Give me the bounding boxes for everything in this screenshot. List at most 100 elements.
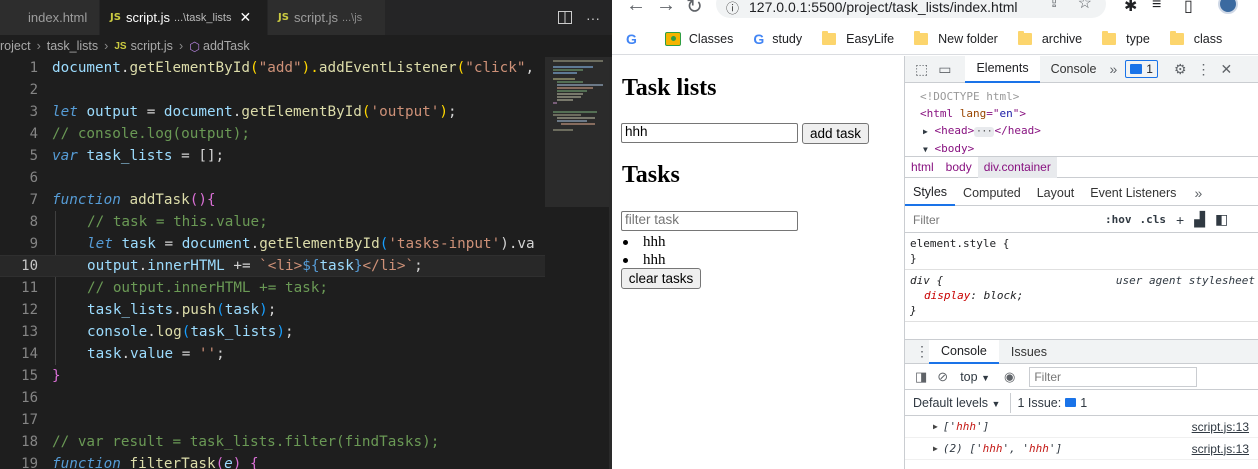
- device-toolbar-icon[interactable]: ▭: [938, 61, 951, 78]
- code-line[interactable]: 11 // output.innerHTML += task;: [0, 277, 545, 299]
- tab-elements[interactable]: Elements: [965, 55, 1040, 83]
- bookmark-type[interactable]: type: [1102, 30, 1150, 46]
- minimap-slider[interactable]: [545, 57, 612, 207]
- default-levels-select[interactable]: Default levels ▼: [913, 396, 1000, 410]
- log-source-link[interactable]: script.js:13: [1192, 420, 1249, 434]
- code-line[interactable]: 13 console.log(task_lists);: [0, 321, 545, 343]
- rule-element-style[interactable]: element.style { }: [905, 233, 1258, 270]
- breadcrumb-file[interactable]: script.js: [131, 39, 173, 53]
- bookmark-classes[interactable]: Classes: [664, 31, 733, 46]
- crumb-div-container[interactable]: div.container: [977, 156, 1057, 178]
- more-tabs-icon[interactable]: »: [1109, 61, 1117, 77]
- side-panel-icon[interactable]: ▯: [1184, 0, 1193, 16]
- styles-filter-input[interactable]: Filter: [911, 209, 1093, 230]
- hov-toggle[interactable]: :hov: [1105, 213, 1132, 226]
- rule-div[interactable]: div { user agent stylesheet display: blo…: [905, 270, 1258, 322]
- tab-layout[interactable]: Layout: [1029, 180, 1083, 206]
- bookmark-easylife[interactable]: EasyLife: [822, 30, 894, 46]
- paint-roller-icon[interactable]: ▟: [1194, 211, 1205, 228]
- code-editor[interactable]: 1 document.getElementById("add").addEven…: [0, 57, 612, 469]
- code-line[interactable]: 9 let task = document.getElementById('ta…: [0, 233, 545, 255]
- clear-console-icon[interactable]: ⊘: [937, 369, 948, 385]
- code-line[interactable]: 6: [0, 167, 545, 189]
- tasks-input[interactable]: hhh: [621, 123, 798, 143]
- bookmark-archive[interactable]: archive: [1017, 30, 1082, 46]
- code-line[interactable]: 17: [0, 409, 545, 431]
- expanded-triangle-icon[interactable]: ▼: [923, 145, 928, 154]
- sidebar-toggle-icon[interactable]: ◨: [915, 369, 927, 385]
- console-filter-input[interactable]: Filter: [1029, 366, 1198, 387]
- console-log-entry[interactable]: ▶ ['hhh'] script.js:13: [905, 416, 1258, 438]
- bookmark-class[interactable]: class: [1169, 30, 1222, 46]
- close-icon[interactable]: ✕: [239, 9, 251, 26]
- code-line[interactable]: 8 // task = this.value;: [0, 211, 545, 233]
- expand-triangle-icon[interactable]: ▶: [933, 422, 938, 431]
- tab-styles[interactable]: Styles: [905, 180, 956, 206]
- tab-script-js-task-lists[interactable]: JS script.js ...\task_lists ✕: [100, 0, 268, 35]
- dom-node-html[interactable]: <html lang="en">: [920, 105, 1258, 122]
- code-line[interactable]: 7 function addTask(){: [0, 189, 545, 211]
- more-actions-icon[interactable]: ···: [586, 10, 600, 26]
- code-line[interactable]: 12 task_lists.push(task);: [0, 299, 545, 321]
- code-line[interactable]: 3 let output = document.getElementById('…: [0, 101, 545, 123]
- log-source-link[interactable]: script.js:13: [1192, 442, 1249, 456]
- sidebar-toggle-icon[interactable]: ◧: [1215, 211, 1228, 228]
- code-line[interactable]: 1 document.getElementById("add").addEven…: [0, 57, 545, 79]
- cls-toggle[interactable]: .cls: [1140, 213, 1167, 226]
- collapsed-triangle-icon[interactable]: ▶: [923, 127, 928, 136]
- code-line[interactable]: 19 function filterTask(e) {: [0, 453, 545, 469]
- console-log-entry[interactable]: ▶ (2) ['hhh', 'hhh'] script.js:13: [905, 438, 1258, 460]
- add-task-button[interactable]: add task: [802, 123, 869, 144]
- reload-icon[interactable]: ↻: [686, 0, 703, 19]
- bookmark-google[interactable]: G: [626, 31, 645, 47]
- share-icon[interactable]: ⇪: [1048, 0, 1060, 11]
- close-icon[interactable]: ✕: [1221, 61, 1233, 78]
- code-line[interactable]: 18 // var result = task_lists.filter(fin…: [0, 431, 545, 453]
- tab-script-js-js[interactable]: JS script.js ...\js: [268, 0, 386, 35]
- breadcrumb-folder-task-lists[interactable]: task_lists: [47, 39, 98, 53]
- code-line-current[interactable]: 10 output.innerHTML += `<li>${task}</li>…: [0, 255, 545, 277]
- forward-arrow-icon[interactable]: →: [656, 0, 676, 17]
- live-expression-eye-icon[interactable]: ◉: [1004, 369, 1015, 385]
- inspect-element-icon[interactable]: ⬚: [915, 61, 928, 78]
- code-line[interactable]: 4 // console.log(output);: [0, 123, 545, 145]
- issues-badge[interactable]: 1: [1125, 60, 1158, 78]
- bookmark-star-icon[interactable]: ☆: [1078, 0, 1092, 13]
- tab-event-listeners[interactable]: Event Listeners: [1082, 180, 1184, 206]
- tab-index-html[interactable]: index.html: [0, 0, 100, 35]
- issues-chip[interactable]: 1 Issue: 1: [1010, 392, 1093, 413]
- settings-gear-icon[interactable]: ⚙: [1174, 61, 1187, 78]
- extensions-icon[interactable]: ✱: [1124, 0, 1137, 16]
- dom-node-head[interactable]: ▶ <head> ··· </head>: [923, 122, 1258, 140]
- code-line[interactable]: 14 task.value = '';: [0, 343, 545, 365]
- crumb-html[interactable]: html: [905, 157, 940, 178]
- context-select[interactable]: top ▼: [960, 370, 990, 384]
- expand-triangle-icon[interactable]: ▶: [933, 444, 938, 453]
- dom-tree[interactable]: <!DOCTYPE html> <html lang="en"> ▶ <head…: [905, 84, 1258, 156]
- add-rule-icon[interactable]: +: [1176, 212, 1184, 228]
- breadcrumb-folder-project[interactable]: roject: [0, 39, 31, 53]
- address-bar[interactable]: ⓘ 127.0.0.1:5500/project/task_lists/inde…: [716, 0, 1106, 18]
- bookmark-new-folder[interactable]: New folder: [914, 30, 998, 46]
- media-queue-icon[interactable]: ≡: [1152, 0, 1161, 14]
- kebab-menu-icon[interactable]: ⋮: [1197, 61, 1211, 78]
- code-line[interactable]: 16: [0, 387, 545, 409]
- clear-tasks-button[interactable]: clear tasks: [621, 268, 701, 289]
- back-arrow-icon[interactable]: ←: [626, 0, 646, 17]
- split-editor-icon[interactable]: [558, 11, 572, 24]
- site-info-icon[interactable]: ⓘ: [726, 0, 739, 17]
- code-line[interactable]: 15 }: [0, 365, 545, 387]
- kebab-menu-icon[interactable]: ⋮: [915, 343, 929, 360]
- code-line[interactable]: 2: [0, 79, 545, 101]
- more-tabs-icon[interactable]: »: [1194, 185, 1202, 201]
- drawer-tab-issues[interactable]: Issues: [999, 340, 1059, 364]
- filter-task-input[interactable]: filter task: [621, 211, 798, 231]
- crumb-body[interactable]: body: [940, 157, 978, 178]
- ellipsis-icon[interactable]: ···: [974, 127, 995, 137]
- profile-avatar[interactable]: [1218, 0, 1238, 14]
- drawer-tab-console[interactable]: Console: [929, 339, 999, 364]
- breadcrumb-symbol[interactable]: addTask: [203, 39, 250, 53]
- bookmark-study[interactable]: Gstudy: [753, 31, 802, 47]
- tab-console[interactable]: Console: [1040, 56, 1108, 83]
- tab-computed[interactable]: Computed: [955, 180, 1029, 206]
